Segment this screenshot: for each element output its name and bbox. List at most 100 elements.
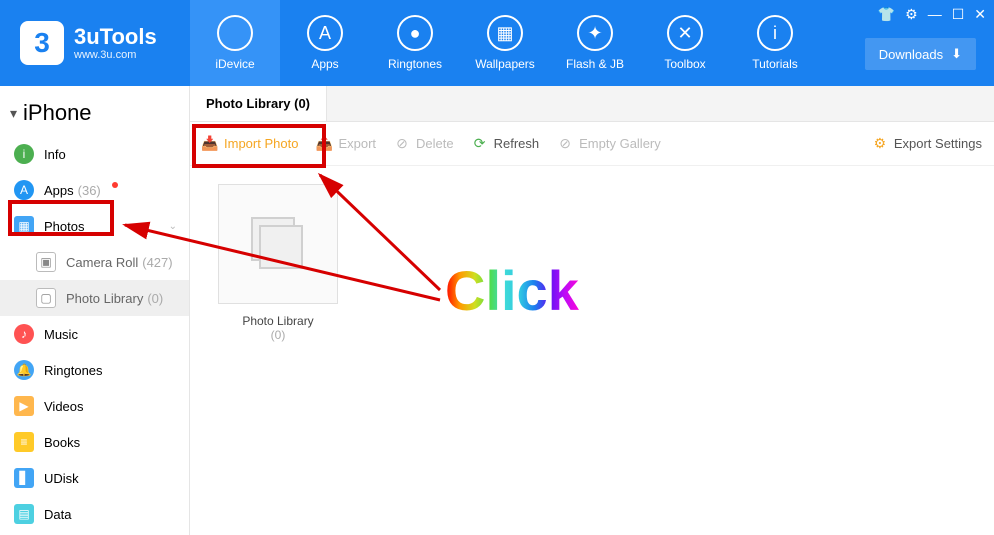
delete-icon: ⊘ — [394, 136, 410, 152]
brand-logo: 3 — [20, 21, 64, 65]
sidebar-item-data[interactable]: ▤ Data — [0, 496, 189, 532]
downloads-label: Downloads — [879, 47, 943, 62]
sidebar-count: (427) — [142, 255, 172, 270]
nav-label: Wallpapers — [475, 57, 535, 71]
sidebar-label: Data — [44, 507, 71, 522]
tab-bar: Photo Library (0) — [190, 86, 994, 122]
empty-gallery-button: ⊘ Empty Gallery — [557, 136, 661, 152]
delete-button: ⊘ Delete — [394, 136, 454, 152]
nav-apps[interactable]: A Apps — [280, 0, 370, 86]
nav-label: iDevice — [215, 57, 254, 71]
sidebar-item-photos[interactable]: ▦ Photos ⌄ — [0, 208, 189, 244]
refresh-button[interactable]: ⟳ Refresh — [472, 136, 540, 152]
nav-label: Ringtones — [388, 57, 442, 71]
sidebar-item-music[interactable]: ♪ Music — [0, 316, 189, 352]
tab-photo-library[interactable]: Photo Library (0) — [190, 86, 327, 121]
export-button: 📤 Export — [316, 136, 376, 152]
nav-tutorials[interactable]: i Tutorials — [730, 0, 820, 86]
skin-icon[interactable]: 👕 — [878, 6, 895, 23]
maximize-icon[interactable]: ☐ — [952, 6, 965, 23]
import-photo-button[interactable]: 📥 Import Photo — [202, 136, 298, 152]
sidebar-count: (0) — [147, 291, 163, 306]
bell-icon: 🔔 — [14, 360, 34, 380]
info-icon: i — [757, 15, 793, 51]
book-icon: ≡ — [14, 432, 34, 452]
nav-toolbox[interactable]: ✕ Toolbox — [640, 0, 730, 86]
apple-icon — [217, 15, 253, 51]
sidebar-item-ringtones[interactable]: 🔔 Ringtones — [0, 352, 189, 388]
album-name: Photo Library — [208, 314, 348, 328]
sidebar-label: Photos — [44, 219, 84, 234]
sidebar-label: Camera Roll — [66, 255, 138, 270]
chevron-down-icon: ⌄ — [169, 221, 177, 232]
minimize-icon[interactable]: — — [928, 6, 942, 23]
sidebar-item-photo-library[interactable]: ▢ Photo Library (0) — [0, 280, 189, 316]
download-icon: ⬇ — [951, 46, 962, 62]
toolbar-label: Empty Gallery — [579, 136, 661, 151]
sidebar-label: Books — [44, 435, 80, 450]
sidebar-label: Music — [44, 327, 78, 342]
gallery: Photo Library (0) — [190, 166, 994, 360]
gear-icon: ⚙ — [872, 136, 888, 152]
bell-icon: ● — [397, 15, 433, 51]
sidebar-label: Info — [44, 147, 66, 162]
nav-label: Flash & JB — [566, 57, 624, 71]
brand-url: www.3u.com — [74, 49, 157, 61]
nav-ringtones[interactable]: ● Ringtones — [370, 0, 460, 86]
nav-flash[interactable]: ✦ Flash & JB — [550, 0, 640, 86]
import-icon: 📥 — [202, 136, 218, 152]
brand-title: 3uTools — [74, 25, 157, 49]
nav-label: Tutorials — [752, 57, 798, 71]
photos-icon: ▦ — [14, 216, 34, 236]
nav-idevice[interactable]: iDevice — [190, 0, 280, 86]
notification-dot — [112, 182, 118, 188]
toolbar-label: Refresh — [494, 136, 540, 151]
info-icon: i — [14, 144, 34, 164]
sidebar-label: UDisk — [44, 471, 79, 486]
toolbox-icon: ✕ — [667, 15, 703, 51]
export-settings-button[interactable]: ⚙ Export Settings — [872, 136, 982, 152]
window-controls: 👕 ⚙ — ☐ ✕ — [878, 6, 986, 23]
close-icon[interactable]: ✕ — [974, 6, 986, 23]
empty-icon: ⊘ — [557, 136, 573, 152]
flash-icon: ✦ — [577, 15, 613, 51]
music-icon: ♪ — [14, 324, 34, 344]
apps-icon: A — [14, 180, 34, 200]
nav-label: Toolbox — [664, 57, 705, 71]
chevron-down-icon: ▾ — [10, 105, 17, 122]
sidebar-item-camera-roll[interactable]: ▣ Camera Roll (427) — [0, 244, 189, 280]
sidebar-item-books[interactable]: ≡ Books — [0, 424, 189, 460]
refresh-icon: ⟳ — [472, 136, 488, 152]
top-nav: iDevice A Apps ● Ringtones ▦ Wallpapers … — [190, 0, 820, 86]
toolbar-label: Export Settings — [894, 136, 982, 151]
sidebar-label: Videos — [44, 399, 84, 414]
folder-icon: ▢ — [36, 288, 56, 308]
album-photo-library[interactable]: Photo Library (0) — [208, 184, 348, 342]
toolbar-label: Import Photo — [224, 136, 298, 151]
sidebar-label: Apps — [44, 183, 74, 198]
sidebar-label: Ringtones — [44, 363, 103, 378]
toolbar-label: Export — [338, 136, 376, 151]
sidebar-count: (36) — [78, 183, 101, 198]
sidebar-label: Photo Library — [66, 291, 143, 306]
toolbar: 📥 Import Photo 📤 Export ⊘ Delete ⟳ Refre… — [190, 122, 994, 166]
sidebar: ▾ iPhone i Info A Apps (36) ▦ Photos ⌄ ▣… — [0, 86, 190, 535]
album-thumbnail — [218, 184, 338, 304]
wallpaper-icon: ▦ — [487, 15, 523, 51]
sidebar-item-info[interactable]: i Info — [0, 136, 189, 172]
disk-icon: ▋ — [14, 468, 34, 488]
device-selector[interactable]: ▾ iPhone — [0, 94, 189, 136]
album-count: (0) — [208, 328, 348, 342]
sidebar-item-udisk[interactable]: ▋ UDisk — [0, 460, 189, 496]
app-header: 3 3uTools www.3u.com iDevice A Apps ● Ri… — [0, 0, 994, 86]
video-icon: ▶ — [14, 396, 34, 416]
downloads-button[interactable]: Downloads ⬇ — [865, 38, 976, 70]
brand: 3 3uTools www.3u.com — [0, 0, 190, 86]
device-name: iPhone — [23, 100, 92, 126]
sidebar-item-apps[interactable]: A Apps (36) — [0, 172, 189, 208]
sidebar-item-videos[interactable]: ▶ Videos — [0, 388, 189, 424]
nav-wallpapers[interactable]: ▦ Wallpapers — [460, 0, 550, 86]
main-panel: Photo Library (0) 📥 Import Photo 📤 Expor… — [190, 86, 994, 535]
toolbar-label: Delete — [416, 136, 454, 151]
gear-icon[interactable]: ⚙ — [905, 6, 918, 23]
